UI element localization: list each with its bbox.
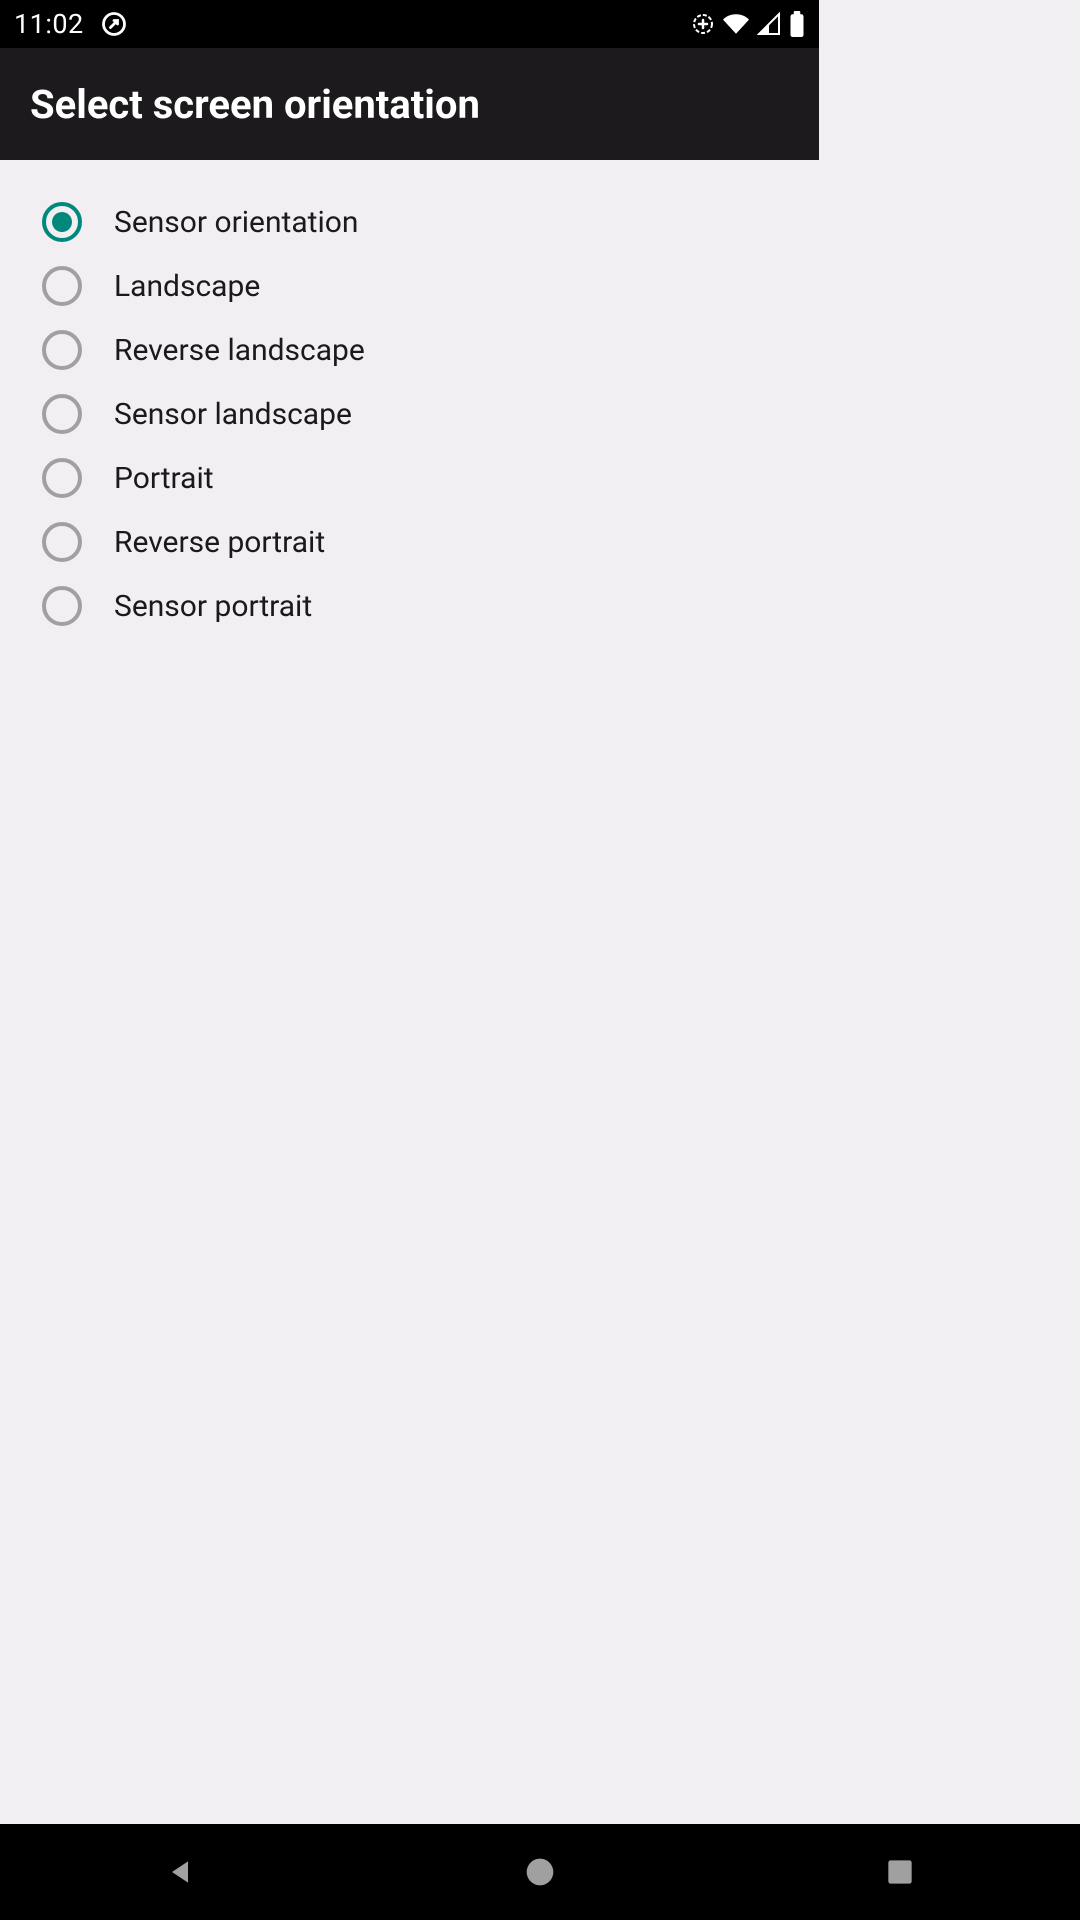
radio-option-sensor-portrait[interactable]: Sensor portrait — [42, 574, 777, 638]
wifi-icon — [723, 11, 749, 37]
radio-label: Sensor orientation — [114, 205, 358, 240]
radio-icon — [42, 202, 82, 242]
battery-icon — [789, 11, 805, 37]
radio-icon — [42, 522, 82, 562]
sync-off-icon — [100, 10, 128, 38]
app-bar: Select screen orientation — [0, 48, 819, 160]
status-left: 11:02 — [14, 8, 128, 40]
status-bar: 11:02 — [0, 0, 819, 48]
recent-apps-button[interactable] — [840, 1842, 960, 1902]
home-button[interactable] — [480, 1842, 600, 1902]
navigation-bar — [0, 1824, 1080, 1920]
radio-label: Sensor landscape — [114, 397, 352, 432]
radio-icon — [42, 586, 82, 626]
page-title: Select screen orientation — [30, 81, 480, 128]
radio-label: Reverse landscape — [114, 333, 365, 368]
status-right — [691, 11, 805, 37]
radio-icon — [42, 394, 82, 434]
radio-label: Portrait — [114, 461, 214, 496]
radio-label: Landscape — [114, 269, 260, 304]
radio-label: Reverse portrait — [114, 525, 325, 560]
radio-icon — [42, 458, 82, 498]
radio-icon — [42, 266, 82, 306]
radio-label: Sensor portrait — [114, 589, 312, 624]
clock: 11:02 — [14, 8, 84, 40]
options-list: Sensor orientation Landscape Reverse lan… — [0, 160, 819, 668]
radio-option-sensor-orientation[interactable]: Sensor orientation — [42, 190, 777, 254]
data-saver-icon — [691, 12, 715, 36]
radio-option-landscape[interactable]: Landscape — [42, 254, 777, 318]
radio-option-portrait[interactable]: Portrait — [42, 446, 777, 510]
radio-option-reverse-portrait[interactable]: Reverse portrait — [42, 510, 777, 574]
back-button[interactable] — [120, 1842, 240, 1902]
cell-signal-icon — [757, 12, 781, 36]
radio-option-sensor-landscape[interactable]: Sensor landscape — [42, 382, 777, 446]
radio-icon — [42, 330, 82, 370]
radio-option-reverse-landscape[interactable]: Reverse landscape — [42, 318, 777, 382]
